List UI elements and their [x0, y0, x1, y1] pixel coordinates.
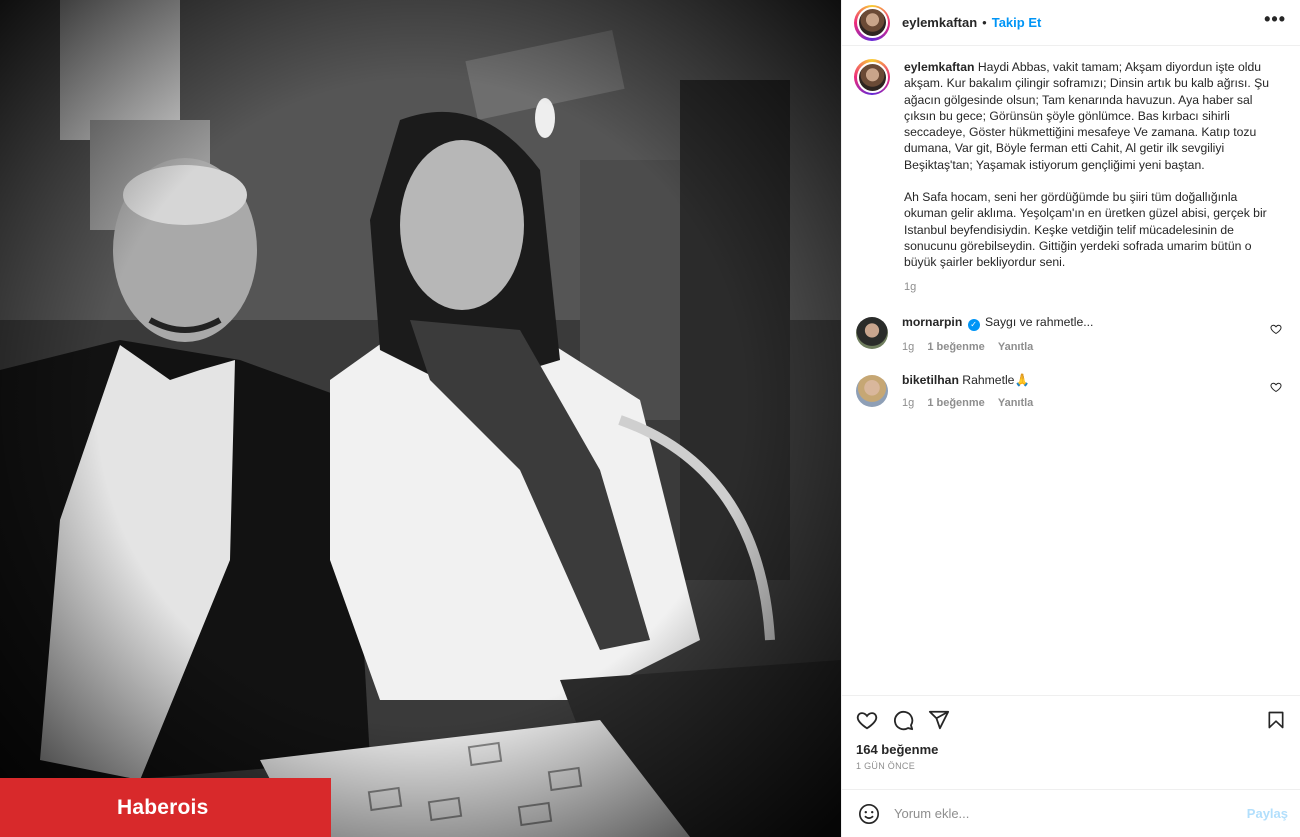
bookmark-icon[interactable]: [1266, 709, 1286, 731]
comment-time: 1g: [902, 396, 915, 409]
post-header: eylemkaftan • Takip Et •••: [842, 0, 1300, 46]
watermark-text: Haberois: [117, 795, 209, 819]
more-icon[interactable]: •••: [1264, 9, 1286, 30]
comment-username[interactable]: mornarpin: [902, 315, 962, 329]
post-date: 1 GÜN ÖNCE: [856, 761, 916, 771]
post-actions: 164 beğenme 1 GÜN ÖNCE: [842, 695, 1300, 789]
caption-paragraph-1: eylemkaftan Haydi Abbas, vakit tamam; Ak…: [904, 59, 1284, 173]
photo-illustration: [0, 0, 841, 837]
comment-avatar[interactable]: [856, 316, 888, 349]
caption-text-2: Ah Safa hocam, seni her gördüğümde bu şi…: [904, 190, 1267, 270]
comments-section[interactable]: eylemkaftan Haydi Abbas, vakit tamam; Ak…: [842, 47, 1300, 695]
send-icon[interactable]: [928, 709, 950, 731]
comment-text: Saygı ve rahmetle...: [985, 314, 1094, 329]
reply-button[interactable]: Yanıtla: [998, 341, 1033, 353]
heart-icon[interactable]: [856, 709, 878, 731]
post-side-panel: eylemkaftan • Takip Et ••• eylemkaftan H…: [841, 0, 1300, 837]
caption-author-avatar[interactable]: [854, 59, 890, 95]
author-avatar[interactable]: [854, 4, 890, 41]
comment-likes[interactable]: 1 beğenme: [927, 397, 984, 409]
comment-item: biketilhan Rahmetle🙏 1g 1 beğenme Yanıtl…: [854, 373, 1286, 409]
post-photo[interactable]: Haberois: [0, 0, 841, 837]
comment-time: 1g: [902, 340, 915, 353]
comment-icon[interactable]: [892, 709, 914, 731]
comment-composer: Paylaş: [842, 789, 1300, 837]
caption-text-1: Haydi Abbas, vakit tamam; Akşam diyordun…: [904, 60, 1270, 172]
likes-count[interactable]: 164 beğenme: [856, 742, 1286, 757]
comment-input[interactable]: [894, 806, 1247, 821]
reply-button[interactable]: Yanıtla: [998, 397, 1033, 409]
comment-like-heart-icon[interactable]: [1270, 381, 1282, 396]
comment-likes[interactable]: 1 beğenme: [927, 341, 984, 353]
comment-item: mornarpin ✓ Saygı ve rahmetle... 1g 1 be…: [854, 315, 1286, 353]
watermark: Haberois: [0, 778, 331, 837]
header-separator: •: [982, 15, 987, 30]
follow-button[interactable]: Takip Et: [992, 15, 1042, 30]
post-caption: eylemkaftan Haydi Abbas, vakit tamam; Ak…: [854, 59, 1286, 295]
comment-like-heart-icon[interactable]: [1270, 323, 1282, 338]
caption-time: 1g: [904, 280, 917, 293]
comment-username[interactable]: biketilhan: [902, 373, 959, 387]
comment-text: Rahmetle🙏: [962, 372, 1030, 387]
emoji-icon[interactable]: [858, 803, 880, 825]
author-username[interactable]: eylemkaftan: [902, 15, 977, 30]
comment-avatar[interactable]: [856, 374, 888, 407]
share-comment-button[interactable]: Paylaş: [1247, 806, 1288, 821]
verified-badge-icon: ✓: [967, 318, 980, 331]
caption-username[interactable]: eylemkaftan: [904, 60, 974, 74]
